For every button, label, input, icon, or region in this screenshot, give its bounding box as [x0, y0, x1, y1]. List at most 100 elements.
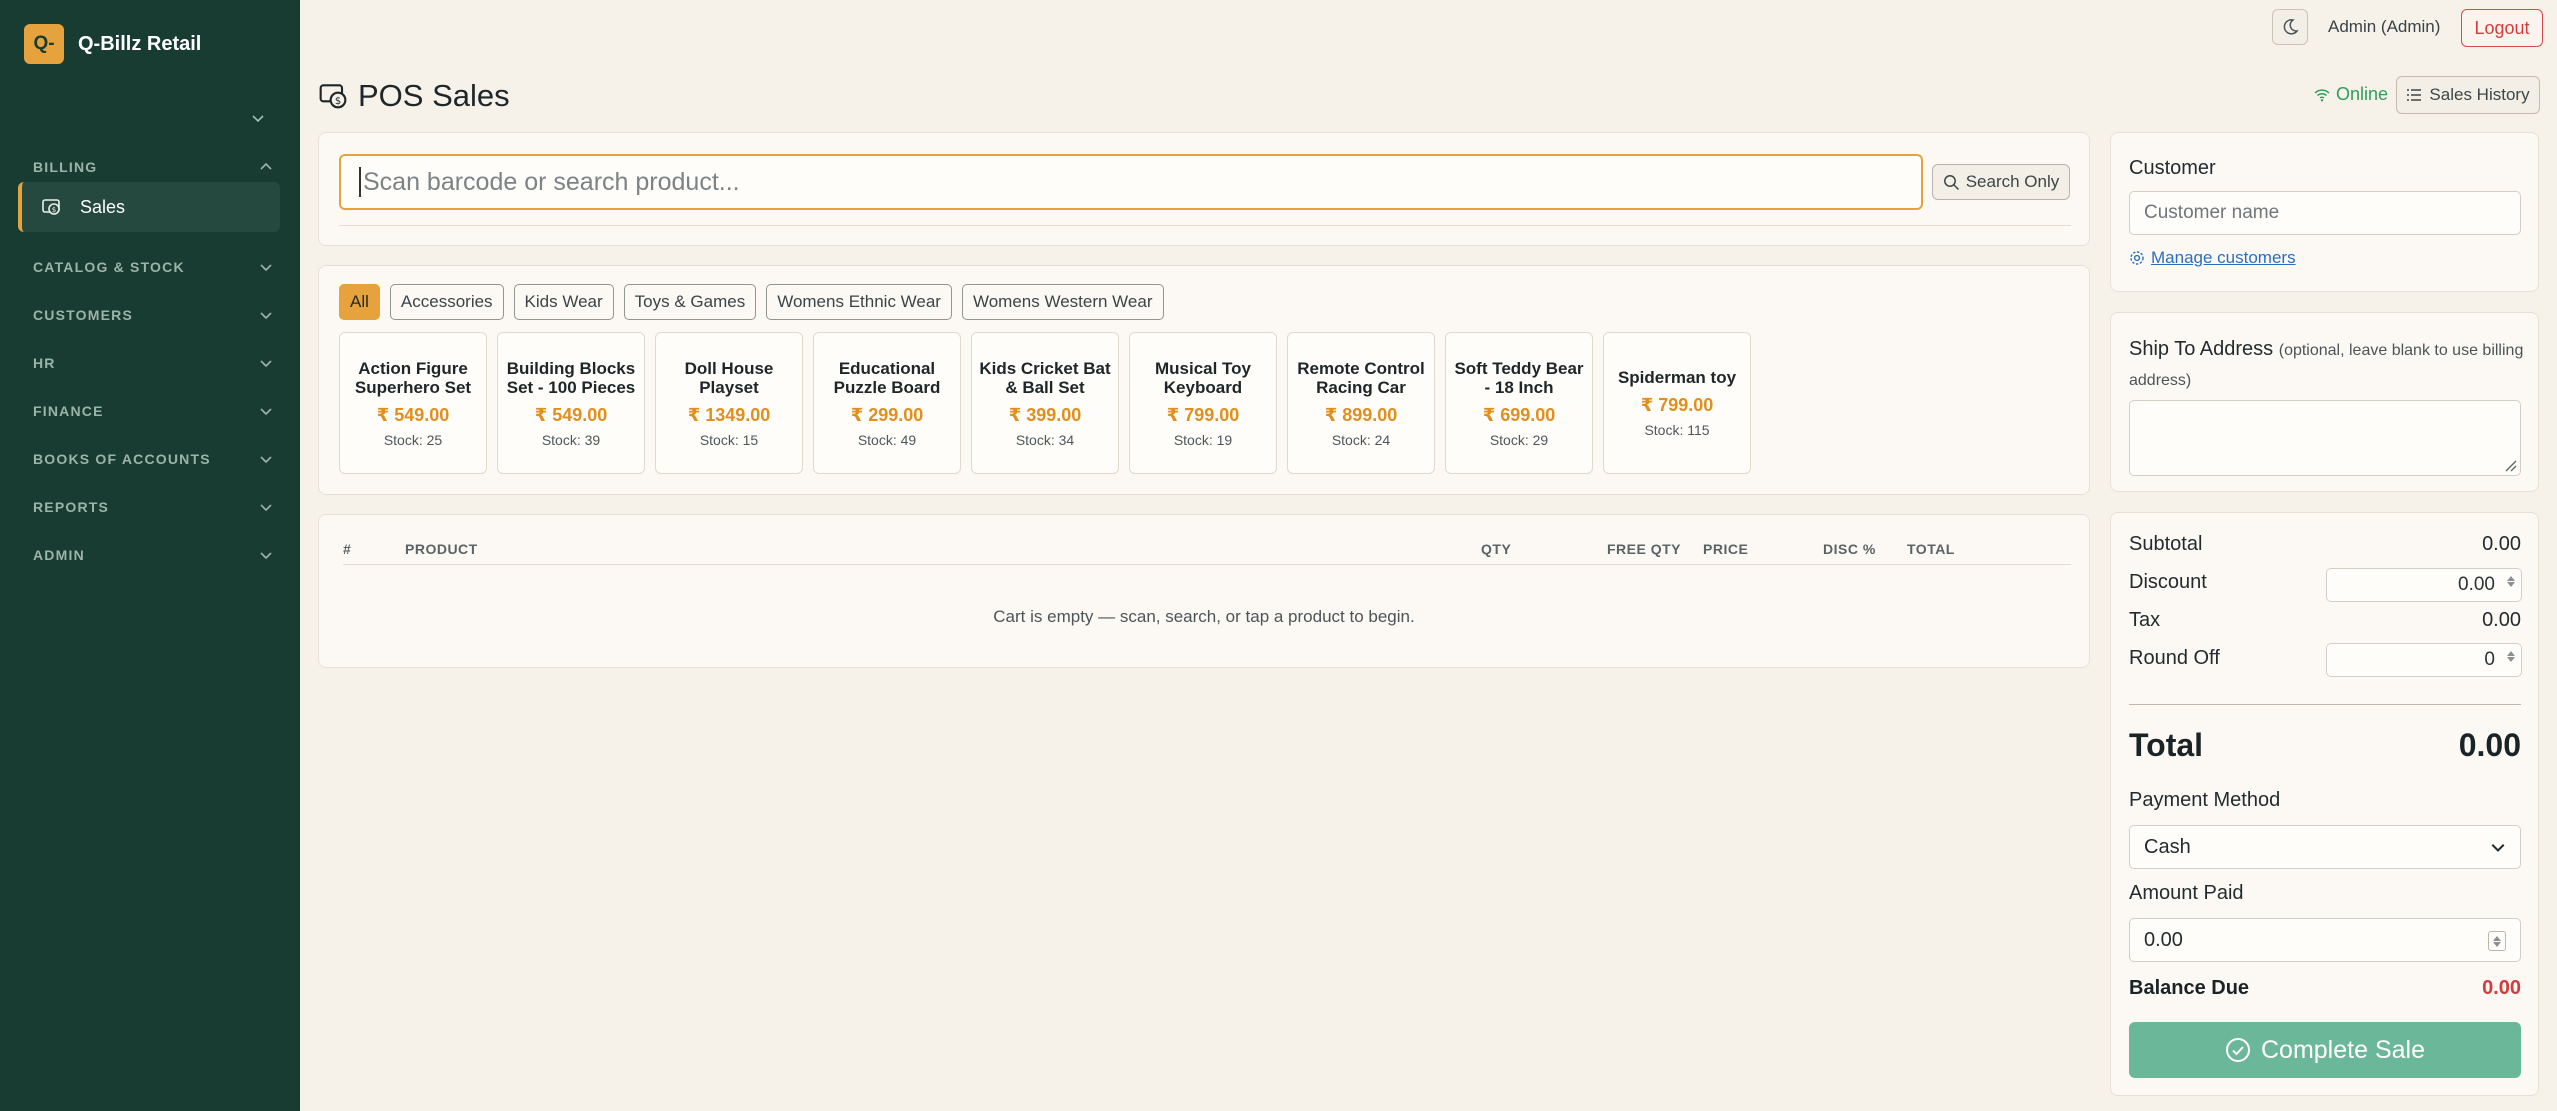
search-only-button[interactable]: Search Only — [1932, 164, 2070, 200]
product-stock: Stock: 49 — [857, 431, 917, 448]
product-price: ₹ 699.00 — [1482, 404, 1556, 425]
category-chip-kids-wear[interactable]: Kids Wear — [513, 284, 614, 320]
nav-section-billing[interactable]: BILLING — [33, 152, 273, 182]
product-card[interactable]: Remote Control Racing Car ₹ 899.00 Stock… — [1287, 332, 1435, 474]
product-price: ₹ 799.00 — [1166, 404, 1240, 425]
column-header-total: TOTAL — [1907, 541, 1955, 557]
manage-customers-link[interactable]: Manage customers — [2129, 248, 2296, 268]
product-name: Remote Control Racing Car — [1297, 358, 1425, 397]
page-title-text: POS Sales — [358, 78, 510, 113]
amount-paid-label: Amount Paid — [2129, 882, 2244, 904]
tax-value: 0.00 — [2482, 609, 2521, 631]
sidebar: Q- Q-Billz Retail BILLING $ Sales CATALO… — [0, 0, 300, 1111]
tax-row: Tax 0.00 — [2129, 609, 2521, 632]
category-chip-accessories[interactable]: Accessories — [389, 284, 504, 320]
search-icon — [1943, 174, 1959, 190]
payment-method-value: Cash — [2144, 835, 2191, 858]
status-text: Online — [2336, 84, 2389, 104]
roundoff-value: 0 — [2484, 649, 2495, 670]
ship-to-label: Ship To Address (optional, leave blank t… — [2129, 335, 2529, 395]
chevron-down-icon[interactable] — [246, 106, 270, 130]
category-chip-toys-games[interactable]: Toys & Games — [623, 284, 757, 320]
current-user: Admin (Admin) — [2328, 17, 2441, 36]
nav-section-books[interactable]: BOOKS OF ACCOUNTS — [33, 444, 273, 474]
category-chip-all[interactable]: All — [339, 284, 380, 320]
category-chip-womens-western[interactable]: Womens Western Wear — [961, 284, 1164, 320]
logout-button[interactable]: Logout — [2461, 9, 2543, 47]
stepper-icon[interactable] — [2507, 576, 2515, 587]
product-card[interactable]: Action Figure Superhero Set ₹ 549.00 Sto… — [339, 332, 487, 474]
product-search-input[interactable]: Scan barcode or search product... — [339, 154, 1923, 210]
product-card[interactable]: Educational Puzzle Board ₹ 299.00 Stock:… — [813, 332, 961, 474]
subtotal-label: Subtotal — [2129, 533, 2203, 555]
product-name: Doll House Playset — [684, 358, 774, 397]
discount-value: 0.00 — [2458, 574, 2495, 595]
column-header-product: PRODUCT — [405, 541, 478, 557]
divider — [339, 225, 2071, 226]
nav-section-finance[interactable]: FINANCE — [33, 396, 273, 426]
theme-toggle-button[interactable] — [2272, 9, 2308, 45]
payment-method-select[interactable]: Cash — [2129, 825, 2521, 869]
total-row: Total 0.00 — [2129, 727, 2521, 764]
wifi-icon — [2314, 88, 2330, 101]
product-card[interactable]: Building Blocks Set - 100 Pieces ₹ 549.0… — [497, 332, 645, 474]
customer-label: Customer — [2129, 157, 2216, 179]
nav-section-admin[interactable]: ADMIN — [33, 540, 273, 570]
column-header-free-qty: FREE QTY — [1607, 541, 1682, 557]
subtotal-value: 0.00 — [2482, 533, 2521, 555]
svg-text:$: $ — [52, 206, 56, 214]
tax-label: Tax — [2129, 609, 2161, 631]
product-price: ₹ 299.00 — [850, 404, 924, 425]
stepper-icon[interactable] — [2507, 651, 2515, 662]
subtotal-row: Subtotal 0.00 — [2129, 533, 2521, 556]
roundoff-input[interactable]: 0 — [2326, 643, 2522, 677]
chevron-down-icon — [260, 408, 272, 416]
column-header-disc: DISC % — [1823, 541, 1876, 557]
sidebar-item-sales[interactable]: $ Sales — [18, 182, 280, 232]
product-name: Soft Teddy Bear - 18 Inch — [1454, 358, 1584, 397]
product-card[interactable]: Soft Teddy Bear - 18 Inch ₹ 699.00 Stock… — [1445, 332, 1593, 474]
customer-name-input[interactable]: Customer name — [2129, 191, 2521, 235]
amount-paid-value: 0.00 — [2144, 928, 2183, 951]
product-card[interactable]: Spiderman toy ₹ 799.00 Stock: 115 — [1603, 332, 1751, 474]
resize-handle-icon[interactable] — [2503, 458, 2517, 472]
cart-empty-message: Cart is empty — scan, search, or tap a p… — [993, 607, 1415, 626]
amount-paid-input[interactable]: 0.00 — [2129, 918, 2521, 962]
divider — [2129, 704, 2521, 705]
complete-sale-label: Complete Sale — [2261, 1035, 2425, 1064]
product-stock: Stock: 39 — [541, 431, 601, 448]
text-caret — [359, 167, 361, 197]
ship-to-address-textarea[interactable] — [2129, 400, 2521, 476]
payment-method-label: Payment Method — [2129, 789, 2281, 811]
nav-section-label: CATALOG & STOCK — [33, 259, 185, 275]
complete-sale-button[interactable]: Complete Sale — [2129, 1022, 2521, 1078]
cash-register-icon: $ — [319, 84, 347, 109]
nav-section-reports[interactable]: REPORTS — [33, 492, 273, 522]
nav-section-customers[interactable]: CUSTOMERS — [33, 300, 273, 330]
ship-to-title: Ship To Address — [2129, 338, 2274, 360]
product-card[interactable]: Musical Toy Keyboard ₹ 799.00 Stock: 19 — [1129, 332, 1277, 474]
app-logo: Q- — [24, 24, 64, 64]
product-name: Action Figure Superhero Set — [354, 358, 472, 397]
nav-section-catalog[interactable]: CATALOG & STOCK — [33, 252, 273, 282]
sales-history-button[interactable]: Sales History — [2396, 76, 2540, 114]
chevron-down-icon — [260, 456, 272, 464]
product-name: Building Blocks Set - 100 Pieces — [506, 358, 636, 397]
total-value: 0.00 — [2458, 727, 2521, 763]
discount-input[interactable]: 0.00 — [2326, 568, 2522, 602]
product-name: Spiderman toy — [1617, 368, 1737, 387]
product-card[interactable]: Doll House Playset ₹ 1349.00 Stock: 15 — [655, 332, 803, 474]
order-summary-card: Subtotal 0.00 Discount 0.00 Tax 0.00 Rou… — [2110, 512, 2539, 1096]
brand[interactable]: Q- Q-Billz Retail — [24, 24, 201, 64]
stepper-icon[interactable] — [2488, 931, 2506, 951]
nav-section-label: BOOKS OF ACCOUNTS — [33, 451, 211, 467]
page-title: $ POS Sales — [318, 78, 510, 114]
product-card[interactable]: Kids Cricket Bat & Ball Set ₹ 399.00 Sto… — [971, 332, 1119, 474]
svg-text:$: $ — [335, 96, 341, 107]
category-chip-womens-ethnic[interactable]: Womens Ethnic Wear — [766, 284, 952, 320]
nav-section-hr[interactable]: HR — [33, 348, 273, 378]
connection-status: Online — [2314, 84, 2388, 105]
product-price: ₹ 399.00 — [1008, 404, 1082, 425]
product-stock: Stock: 34 — [1015, 431, 1075, 448]
chevron-down-icon — [260, 504, 272, 512]
